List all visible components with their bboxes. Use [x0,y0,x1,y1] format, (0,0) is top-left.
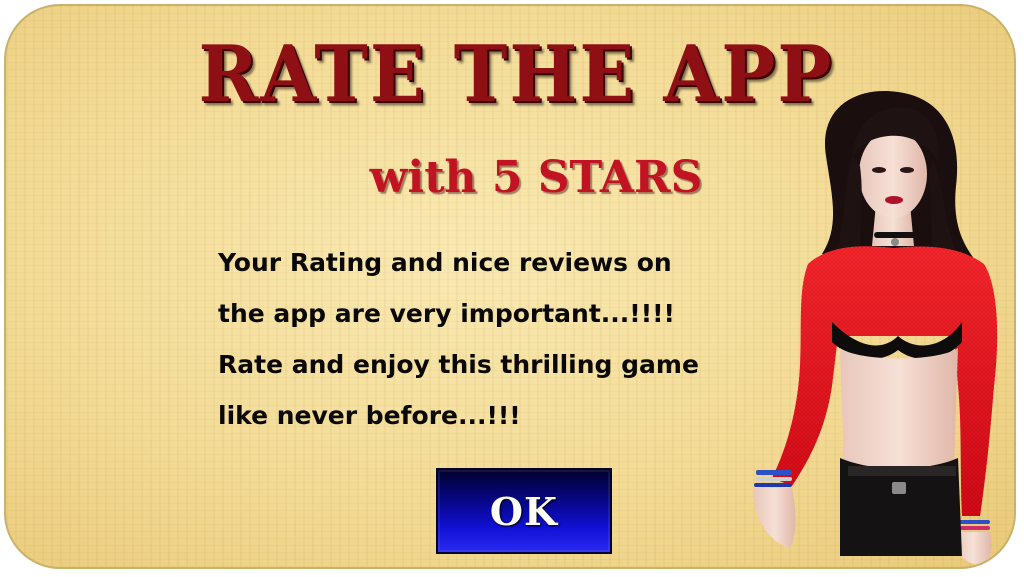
message-line: the app are very important...!!!! [218,299,675,328]
model-illustration [753,90,998,566]
message-line: like never before...!!! [218,401,521,430]
dialog-message: Your Rating and nice reviews on the app … [218,240,818,444]
dialog-title: RATE THE APP [198,27,834,120]
message-line: Rate and enjoy this thrilling game [218,350,699,379]
ok-button-label: OK [489,488,559,534]
rate-app-dialog: RATE THE APP with 5 STARS Your Rating an… [4,4,1016,569]
dialog-subtitle: with 5 STARS [369,152,703,203]
ok-button[interactable]: OK [436,468,612,554]
message-line: Your Rating and nice reviews on [218,248,672,277]
